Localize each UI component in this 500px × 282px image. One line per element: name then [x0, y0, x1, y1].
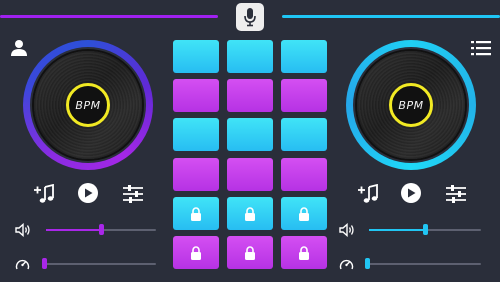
lock-icon: [299, 245, 309, 260]
left-deck-top-bar: [0, 15, 218, 18]
pad-r5-c2[interactable]: [227, 197, 273, 230]
pad-r4-c2[interactable]: [227, 158, 273, 191]
right-volume-label: [338, 222, 356, 238]
lock-icon: [245, 245, 255, 260]
volume-icon: [15, 223, 30, 237]
pad-r1-c1[interactable]: [173, 40, 219, 73]
left-bpm-indicator: BPM: [66, 83, 110, 127]
left-add-music-button[interactable]: [33, 183, 55, 205]
microphone-icon: [244, 8, 256, 27]
pad-r5-c1[interactable]: [173, 197, 219, 230]
right-add-music-button[interactable]: [357, 183, 379, 205]
pad-r6-c3[interactable]: [281, 236, 327, 269]
speedometer-icon: [339, 259, 353, 270]
right-deck-top-bar: [282, 15, 500, 18]
add-music-icon: [34, 184, 54, 203]
pad-r4-c3[interactable]: [281, 158, 327, 191]
pad-r2-c2[interactable]: [227, 79, 273, 112]
play-icon: [408, 188, 416, 198]
left-play-button[interactable]: [78, 183, 98, 203]
volume-icon: [339, 223, 354, 237]
pad-r3-c1[interactable]: [173, 118, 219, 151]
pad-r4-c1[interactable]: [173, 158, 219, 191]
right-pitch-slider[interactable]: [365, 258, 481, 269]
right-vinyl-platter[interactable]: BPM: [357, 51, 465, 159]
equalizer-icon: [123, 185, 143, 203]
pad-r2-c1[interactable]: [173, 79, 219, 112]
right-volume-slider[interactable]: [369, 224, 481, 235]
profile-button[interactable]: [9, 38, 29, 58]
lock-icon: [299, 206, 309, 221]
left-pitch-knob[interactable]: [42, 258, 47, 269]
microphone-button[interactable]: [236, 3, 264, 31]
pad-r5-c3[interactable]: [281, 197, 327, 230]
pad-r3-c2[interactable]: [227, 118, 273, 151]
pad-r6-c2[interactable]: [227, 236, 273, 269]
left-pitch-slider[interactable]: [42, 258, 156, 269]
play-icon: [85, 188, 93, 198]
menu-list-icon: [471, 41, 491, 56]
left-turntable[interactable]: BPM: [23, 40, 153, 170]
pad-r2-c3[interactable]: [281, 79, 327, 112]
right-speed-label: [338, 257, 354, 271]
pad-r3-c3[interactable]: [281, 118, 327, 151]
left-bpm-label: BPM: [75, 98, 101, 112]
right-play-button[interactable]: [401, 183, 421, 203]
add-music-icon: [358, 184, 378, 203]
pad-r1-c2[interactable]: [227, 40, 273, 73]
left-speed-label: [14, 257, 30, 271]
right-bpm-label: BPM: [398, 98, 424, 112]
menu-button[interactable]: [470, 38, 492, 58]
left-vinyl-platter[interactable]: BPM: [34, 51, 142, 159]
lock-icon: [191, 206, 201, 221]
profile-icon: [11, 40, 27, 56]
lock-icon: [245, 206, 255, 221]
right-pitch-knob[interactable]: [365, 258, 370, 269]
left-volume-label: [14, 222, 32, 238]
left-equalizer-button[interactable]: [122, 183, 144, 205]
left-volume-slider[interactable]: [46, 224, 156, 235]
speedometer-icon: [15, 259, 29, 270]
right-volume-knob[interactable]: [423, 224, 428, 235]
right-equalizer-button[interactable]: [445, 183, 467, 205]
pad-r1-c3[interactable]: [281, 40, 327, 73]
equalizer-icon: [446, 185, 466, 203]
pad-r6-c1[interactable]: [173, 236, 219, 269]
right-turntable[interactable]: BPM: [346, 40, 476, 170]
right-bpm-indicator: BPM: [389, 83, 433, 127]
lock-icon: [191, 245, 201, 260]
left-volume-knob[interactable]: [99, 224, 104, 235]
